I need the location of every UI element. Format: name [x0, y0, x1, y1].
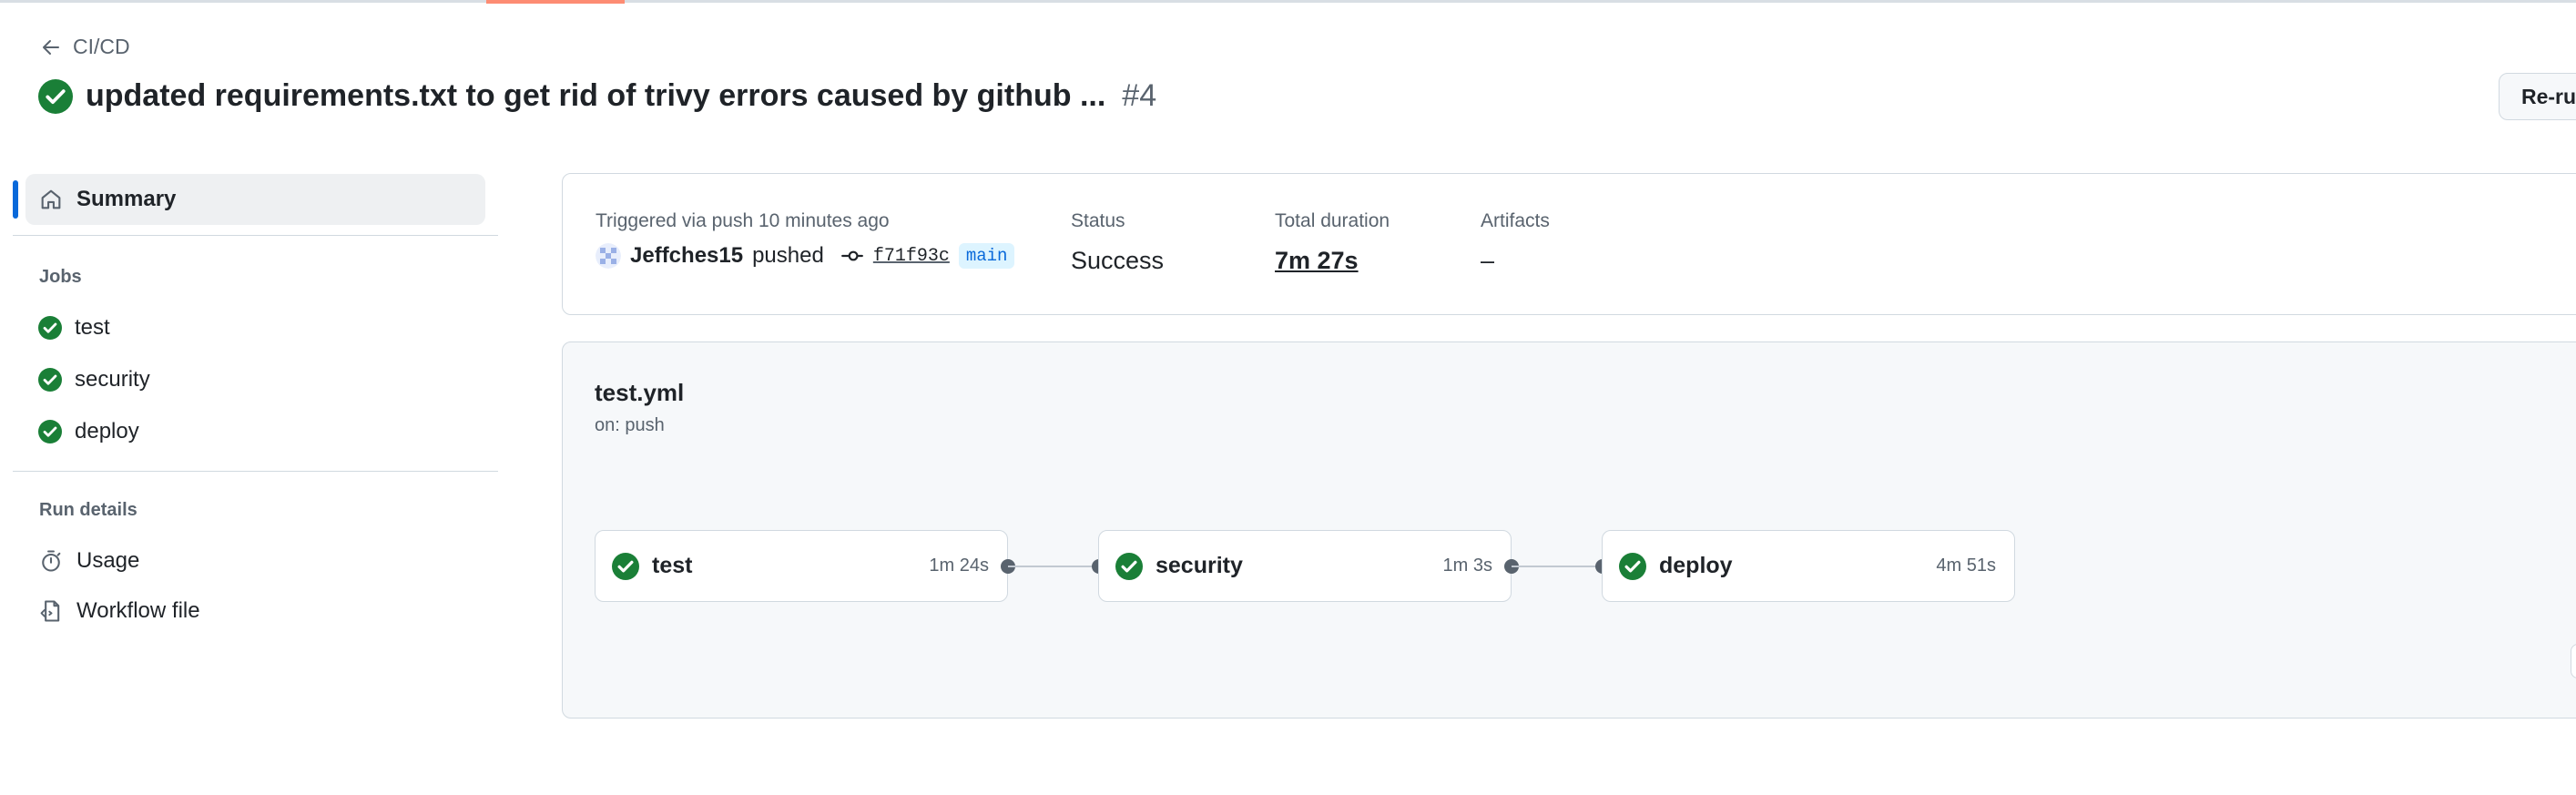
- rerun-jobs-button[interactable]: Re-ru: [2499, 73, 2576, 120]
- status-value: Success: [1071, 247, 1165, 274]
- arrow-left-icon: [43, 39, 59, 55]
- sidebar-item-label: Summary: [76, 187, 177, 211]
- graph-job-name: test: [652, 553, 693, 578]
- artifacts-label: Artifacts: [1481, 210, 1550, 231]
- success-check-icon: [612, 552, 639, 580]
- run-summary-card: Triggered via push 10 minutes ago Jeffch…: [562, 173, 2576, 315]
- commit-sha-link[interactable]: f71f93c: [873, 246, 950, 267]
- run-details-heading: Run details: [39, 500, 137, 520]
- trigger-action: pushed: [752, 243, 824, 268]
- graph-job-duration: 4m 51s: [1936, 555, 1996, 576]
- graph-job-test[interactable]: test 1m 24s: [595, 530, 1008, 602]
- trigger-label: Triggered via push 10 minutes ago: [596, 210, 890, 231]
- success-check-icon: [38, 78, 73, 114]
- graph-job-deploy[interactable]: deploy 4m 51s: [1602, 530, 2015, 602]
- sidebar-item-usage[interactable]: Usage: [38, 548, 139, 574]
- sidebar-job-security[interactable]: security: [38, 367, 150, 392]
- sidebar-job-label: deploy: [75, 419, 139, 443]
- success-check-icon: [1619, 552, 1646, 580]
- success-check-icon: [38, 316, 62, 340]
- graph-job-duration: 1m 3s: [1442, 555, 1492, 576]
- sidebar-job-test[interactable]: test: [38, 315, 110, 341]
- avatar[interactable]: [596, 243, 621, 269]
- page-title: updated requirements.txt to get rid of t…: [86, 78, 1106, 113]
- sidebar-item-label: Usage: [76, 548, 140, 573]
- graph-job-name: deploy: [1659, 553, 1733, 578]
- total-duration-link[interactable]: 7m 27s: [1275, 247, 1359, 275]
- graph-job-name: security: [1156, 553, 1243, 578]
- graph-zoom-control[interactable]: [2571, 644, 2576, 678]
- run-number: #4: [1122, 78, 1157, 113]
- active-tab-underline: [486, 0, 625, 4]
- workflow-file-name: test.yml: [595, 379, 685, 406]
- sidebar-job-label: security: [75, 367, 150, 392]
- stopwatch-icon: [42, 550, 61, 572]
- trigger-details: Jeffches15 pushed f71f93c main: [596, 243, 1015, 269]
- sidebar-divider: [13, 471, 498, 472]
- top-border: [0, 0, 2576, 3]
- graph-connector-line: [1512, 566, 1603, 567]
- run-title-row: updated requirements.txt to get rid of t…: [38, 78, 1156, 114]
- actor-link[interactable]: Jeffches15: [630, 243, 743, 269]
- jobs-heading: Jobs: [39, 267, 82, 287]
- duration-label: Total duration: [1275, 210, 1390, 231]
- home-icon: [41, 189, 61, 209]
- sidebar-item-label: Workflow file: [76, 598, 200, 623]
- success-check-icon: [38, 368, 62, 392]
- graph-job-duration: 1m 24s: [929, 555, 989, 576]
- sidebar-divider: [13, 235, 498, 236]
- graph-job-security[interactable]: security 1m 3s: [1098, 530, 1512, 602]
- artifacts-value: –: [1481, 247, 1495, 274]
- status-label: Status: [1071, 210, 1125, 231]
- sidebar-active-indicator: [13, 180, 18, 219]
- success-check-icon: [1115, 552, 1143, 580]
- sidebar-item-summary[interactable]: Summary: [25, 174, 485, 225]
- graph-connector-line: [1008, 566, 1099, 567]
- branch-badge[interactable]: main: [958, 243, 1015, 269]
- sidebar-job-deploy[interactable]: deploy: [38, 419, 139, 444]
- back-link-label: CI/CD: [73, 35, 130, 58]
- git-commit-icon: [840, 250, 863, 261]
- workflow-graph-card: test.yml on: push test 1m 24s security 1…: [562, 341, 2576, 719]
- success-check-icon: [38, 420, 62, 443]
- sidebar-item-workflow-file[interactable]: Workflow file: [38, 598, 200, 624]
- file-code-icon: [40, 600, 60, 622]
- back-link[interactable]: CI/CD: [40, 35, 130, 59]
- workflow-trigger: on: push: [595, 415, 665, 435]
- sidebar-job-label: test: [75, 315, 110, 340]
